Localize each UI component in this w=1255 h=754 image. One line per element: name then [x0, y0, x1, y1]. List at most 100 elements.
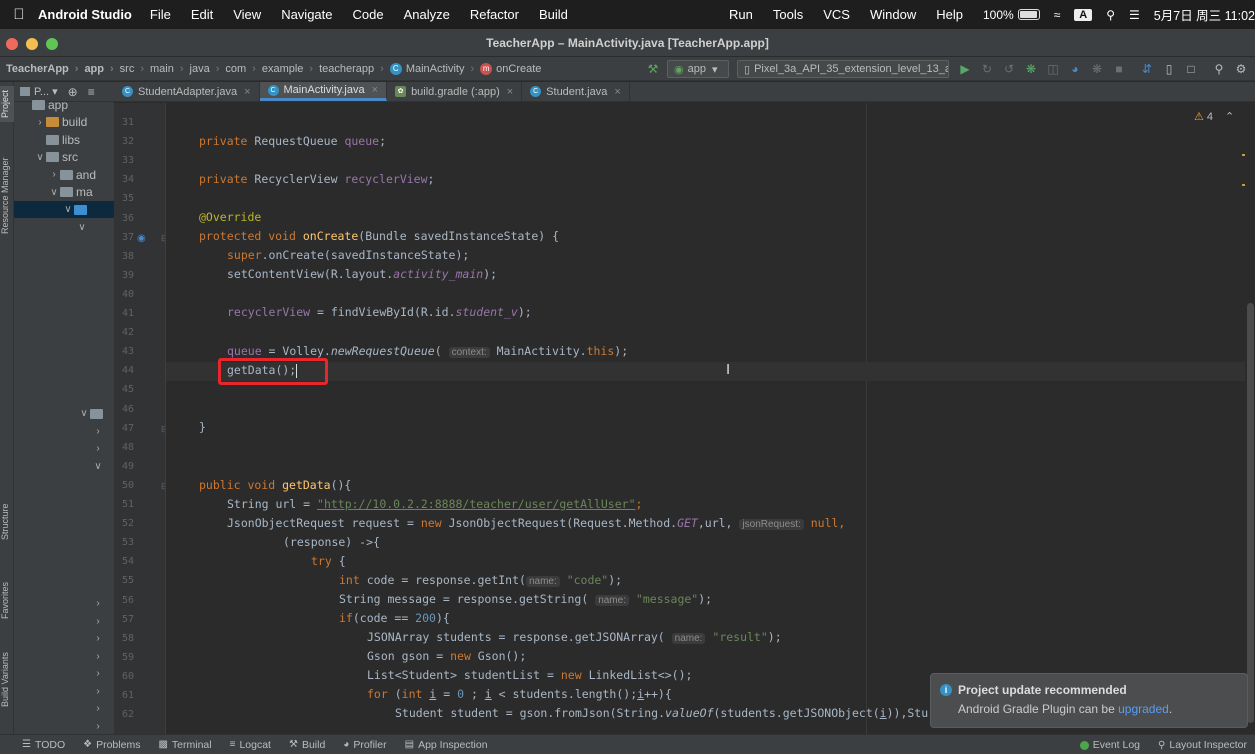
chevron-right-icon[interactable]: ›	[92, 633, 104, 644]
tree-item[interactable]: ›	[14, 595, 114, 612]
logcat-tool-button[interactable]: ≡ Logcat	[230, 739, 271, 751]
tree-item[interactable]: ›	[14, 423, 114, 440]
wifi-icon[interactable]: ≈	[1054, 8, 1061, 22]
editor-scrollbar[interactable]	[1245, 103, 1255, 734]
chevron-right-icon[interactable]: ›	[92, 686, 104, 697]
tab-mainactivity[interactable]: C MainActivity.java ×	[259, 82, 388, 101]
breadcrumb-method[interactable]: m onCreate	[480, 62, 541, 75]
chevron-down-icon[interactable]: ∨	[34, 152, 46, 163]
close-tab-icon[interactable]: ×	[614, 86, 620, 98]
build-tool-button[interactable]: ⚒ Build	[289, 739, 325, 751]
debug-icon[interactable]: ❋	[1023, 61, 1039, 77]
breadcrumb-java[interactable]: java ›	[190, 63, 226, 75]
breadcrumb-class[interactable]: C MainActivity ›	[389, 62, 480, 75]
menu-code[interactable]: Code	[353, 7, 384, 22]
device-manager-icon[interactable]: ▯	[1161, 61, 1177, 77]
chevron-right-icon[interactable]: ›	[34, 117, 46, 128]
run-config-select[interactable]: ◉ app ▾	[667, 60, 729, 78]
breadcrumb-main[interactable]: main ›	[150, 63, 190, 75]
sdk-manager-icon[interactable]: □	[1183, 61, 1199, 77]
tree-item[interactable]: libs	[14, 131, 114, 148]
tree-item[interactable]: ∨	[14, 458, 114, 475]
stop-icon[interactable]: ■	[1111, 61, 1127, 77]
breadcrumb-module[interactable]: app ›	[84, 63, 119, 75]
todo-tool-button[interactable]: ☰ TODO	[22, 739, 65, 751]
tree-item[interactable]: ›	[14, 683, 114, 700]
chevron-right-icon[interactable]: ›	[92, 668, 104, 679]
resource-manager-tool-button[interactable]: Resource Manager	[0, 150, 14, 242]
control-center-icon[interactable]: ☰	[1129, 8, 1140, 22]
chevron-right-icon[interactable]: ›	[92, 443, 104, 454]
chevron-right-icon[interactable]: ›	[92, 721, 104, 732]
apple-menu-icon[interactable]: 	[0, 6, 38, 23]
battery-status[interactable]: 100%	[983, 8, 1040, 22]
menu-file[interactable]: File	[150, 7, 171, 22]
menu-build[interactable]: Build	[539, 7, 568, 22]
tree-item[interactable]: › build	[14, 114, 114, 131]
close-tab-icon[interactable]: ×	[507, 86, 513, 98]
tree-item[interactable]: ›	[14, 718, 114, 735]
apply-changes-icon[interactable]: ↻	[979, 61, 995, 77]
tree-item[interactable]: ∨	[14, 405, 114, 422]
clock[interactable]: 5月7日 周三 11:02	[1154, 5, 1255, 24]
editor-gutter[interactable]: ◉ ⊟ ⊟ ⊟ 31323334353637383940414243444546…	[114, 103, 166, 734]
chevron-right-icon[interactable]: ›	[92, 651, 104, 662]
tab-studentadapter[interactable]: C StudentAdapter.java ×	[114, 82, 260, 101]
attach-debugger-icon[interactable]: ❋	[1089, 61, 1105, 77]
breadcrumb-com[interactable]: com ›	[225, 63, 261, 75]
chevron-right-icon[interactable]: ›	[92, 703, 104, 714]
breadcrumb-teacherapp[interactable]: teacherapp ›	[319, 63, 390, 75]
tree-item[interactable]: ∨	[14, 219, 114, 236]
menu-vcs[interactable]: VCS	[823, 7, 850, 22]
app-inspection-tool-button[interactable]: ▤ App Inspection	[405, 739, 488, 751]
tree-item[interactable]: ›	[14, 700, 114, 717]
project-tool-button[interactable]: Project	[0, 86, 14, 122]
spotlight-search-icon[interactable]: ⚲	[1106, 8, 1115, 22]
apply-code-changes-icon[interactable]: ↺	[1001, 61, 1017, 77]
device-select[interactable]: ▯ Pixel_3a_API_35_extension_level_13_a...	[737, 60, 949, 78]
menu-window[interactable]: Window	[870, 7, 916, 22]
settings-gear-icon[interactable]: ⚙	[1233, 61, 1249, 77]
menu-help[interactable]: Help	[936, 7, 963, 22]
notification-balloon[interactable]: i Project update recommended Android Gra…	[930, 673, 1248, 728]
input-source[interactable]: A	[1074, 8, 1093, 21]
menu-navigate[interactable]: Navigate	[281, 7, 332, 22]
menu-refactor[interactable]: Refactor	[470, 7, 519, 22]
chevron-down-icon[interactable]: ∨	[48, 187, 60, 198]
breadcrumb-src[interactable]: src ›	[120, 63, 150, 75]
make-project-hammer-icon[interactable]: ⚒	[645, 61, 661, 77]
breadcrumb-project[interactable]: TeacherApp ›	[6, 63, 84, 75]
url-string[interactable]: "http://10.0.2.2:8888/teacher/user/getAl…	[317, 497, 636, 511]
tab-student[interactable]: C Student.java ×	[522, 82, 630, 101]
tree-item[interactable]: ›	[14, 648, 114, 665]
close-tab-icon[interactable]: ×	[244, 86, 250, 98]
favorites-tool-button[interactable]: Favorites	[0, 572, 14, 628]
chevron-right-icon[interactable]: ›	[92, 426, 104, 437]
app-menu[interactable]: Android Studio	[38, 7, 132, 22]
tree-item[interactable]: ›	[14, 613, 114, 630]
chevron-right-icon[interactable]: ›	[92, 616, 104, 627]
sync-gradle-icon[interactable]: ⇵	[1139, 61, 1155, 77]
menu-analyze[interactable]: Analyze	[404, 7, 450, 22]
search-icon[interactable]: ⚲	[1211, 61, 1227, 77]
coverage-icon[interactable]: ◫	[1045, 61, 1061, 77]
menu-run[interactable]: Run	[729, 7, 753, 22]
chevron-down-icon[interactable]: ∨	[78, 408, 90, 419]
layout-inspector-tool-button[interactable]: ⚲ Layout Inspector	[1158, 739, 1247, 751]
tree-item[interactable]: ∨ src	[14, 149, 114, 166]
event-log-tool-button[interactable]: Event Log	[1079, 739, 1140, 751]
chevron-right-icon[interactable]: ›	[92, 598, 104, 609]
tree-item[interactable]: app	[14, 96, 114, 113]
profiler-tool-button[interactable]: ◕ Profiler	[343, 739, 386, 751]
tree-item[interactable]: › and	[14, 166, 114, 183]
override-marker-icon[interactable]: ◉	[137, 233, 146, 244]
tree-item[interactable]: ›	[14, 630, 114, 647]
terminal-tool-button[interactable]: ▩ Terminal	[158, 739, 211, 751]
tree-item[interactable]: ∨ ma	[14, 184, 114, 201]
profile-icon[interactable]: ◕	[1067, 61, 1083, 77]
chevron-right-icon[interactable]: ›	[48, 169, 60, 180]
scrollbar-thumb[interactable]	[1247, 303, 1254, 723]
structure-tool-button[interactable]: Structure	[0, 492, 14, 552]
close-tab-icon[interactable]: ×	[372, 84, 378, 96]
tree-item[interactable]: ›	[14, 665, 114, 682]
